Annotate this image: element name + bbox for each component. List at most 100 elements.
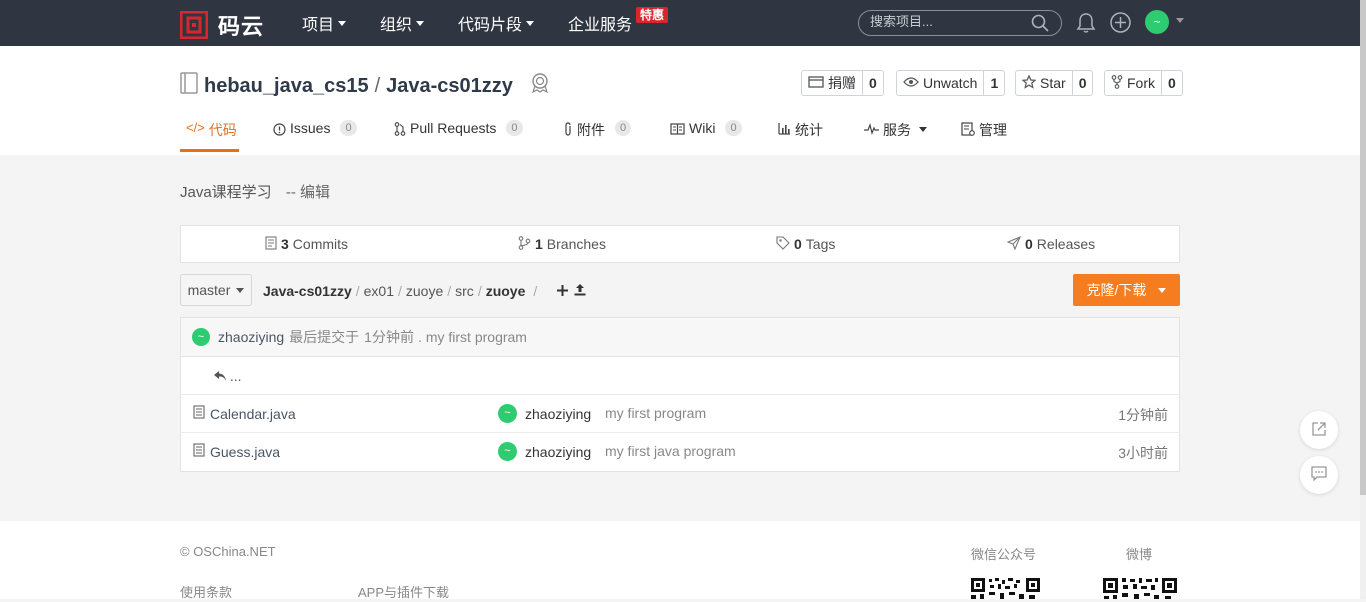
tags-link[interactable]: 0 Tags <box>776 226 835 262</box>
branch-select-label: master <box>187 282 231 298</box>
commits-link[interactable]: 3 Commits <box>265 226 348 262</box>
wechat-qr-code-icon <box>971 578 1041 602</box>
chevron-down-icon[interactable] <box>1176 18 1184 23</box>
avatar[interactable]: ~ <box>498 404 517 423</box>
nav-snippets[interactable]: 代码片段 <box>458 0 535 46</box>
file-name: Calendar.java <box>210 405 296 422</box>
tab-manage[interactable]: 管理 <box>961 120 1007 155</box>
add-file-icon[interactable] <box>557 283 569 299</box>
chevron-down-icon <box>1158 287 1167 293</box>
unwatch-button[interactable]: Unwatch 1 <box>896 70 1006 96</box>
file-commit-user[interactable]: zhaoziying <box>525 406 591 422</box>
repo-description-text: Java课程学习 <box>180 184 272 201</box>
fork-button[interactable]: Fork 0 <box>1104 70 1183 96</box>
share-button[interactable] <box>1300 411 1338 449</box>
breadcrumb-repo[interactable]: Java-cs01zzy <box>263 283 352 299</box>
last-commit-message[interactable]: my first program <box>426 329 527 345</box>
tab-services[interactable]: 服务 <box>864 120 927 155</box>
eye-icon <box>903 75 919 91</box>
file-link[interactable]: Calendar.java <box>193 405 296 422</box>
weibo-qr-code-icon <box>1103 578 1177 602</box>
tab-stats[interactable]: 统计 <box>778 120 823 155</box>
nav-organizations[interactable]: 组织 <box>380 0 425 46</box>
edit-description-link[interactable]: -- 编辑 <box>286 184 330 201</box>
donate-count: 0 <box>862 71 883 95</box>
site-logo[interactable]: 码云 <box>179 9 264 41</box>
chevron-down-icon <box>338 20 347 26</box>
tab-wiki[interactable]: Wiki 0 <box>670 120 742 155</box>
branches-label: Branches <box>546 236 606 252</box>
user-avatar[interactable]: ~ <box>1145 10 1169 34</box>
branch-select[interactable]: master <box>180 274 252 306</box>
file-icon <box>193 405 205 422</box>
breadcrumb-zuoye[interactable]: zuoye <box>406 283 443 299</box>
tab-manage-label: 管理 <box>979 122 1007 138</box>
breadcrumb-current: zuoye <box>485 283 526 299</box>
donate-icon <box>808 75 824 91</box>
nav-organizations-label: 组织 <box>380 17 413 34</box>
donate-button[interactable]: 捐赠 0 <box>801 70 884 96</box>
tab-attachments[interactable]: 附件 0 <box>563 120 632 155</box>
tab-code-label: 代码 <box>208 122 237 138</box>
last-commit-user[interactable]: zhaoziying <box>218 329 284 345</box>
file-commit-message[interactable]: my first java program <box>605 443 736 459</box>
table-row: Calendar.java ~ zhaoziying my first progr… <box>181 395 1179 433</box>
watch-count: 1 <box>983 71 1004 95</box>
feedback-button[interactable] <box>1300 456 1338 494</box>
star-button[interactable]: Star 0 <box>1015 70 1094 96</box>
releases-link[interactable]: 0 Releases <box>1006 226 1095 262</box>
search-input[interactable] <box>870 14 1020 29</box>
fork-label: Fork <box>1127 75 1155 91</box>
tags-count: 0 <box>794 236 802 252</box>
repo-title-separator: / <box>374 74 381 97</box>
tab-issues[interactable]: Issues 0 <box>273 120 357 155</box>
footer-link-terms[interactable]: 使用条款 <box>180 582 232 601</box>
tab-wiki-label: Wiki <box>689 120 716 136</box>
nav-enterprise[interactable]: 企业服务 <box>568 0 632 46</box>
last-commit-bar: ~ zhaoziying 最后提交于 1分钟前 . my first progr… <box>181 318 1179 357</box>
tab-code[interactable]: </> 代码 <box>180 120 239 152</box>
footer-copyright: © OSChina.NET <box>180 544 276 559</box>
avatar[interactable]: ~ <box>498 442 517 461</box>
breadcrumb-src[interactable]: src <box>455 283 474 299</box>
upload-icon[interactable] <box>574 283 586 299</box>
page-scrollbar[interactable] <box>1360 0 1366 599</box>
footer: © OSChina.NET 使用条款 APP与插件下载 微信公众号 微博 <box>0 521 1360 602</box>
search-icon[interactable] <box>1031 14 1049 35</box>
tab-pull-requests[interactable]: Pull Requests 0 <box>394 120 523 155</box>
file-commit-message[interactable]: my first program <box>605 405 706 421</box>
parent-dir-label: ... <box>229 368 242 384</box>
pull-request-icon <box>394 120 406 139</box>
top-navbar: 码云 项目 组织 代码片段 企业服务 特惠 ~ <box>0 0 1360 46</box>
commit-doc-icon <box>265 235 277 253</box>
parent-dir-row[interactable]: ... <box>181 357 1179 395</box>
repo-owner-link[interactable]: hebau_java_cs15 <box>204 75 369 98</box>
scrollbar-thumb[interactable] <box>1360 0 1366 495</box>
branches-link[interactable]: 1 Branches <box>518 226 606 262</box>
tag-icon <box>776 235 790 253</box>
weibo-label: 微博 <box>1126 547 1153 562</box>
bell-icon[interactable] <box>1076 12 1096 37</box>
last-commit-time: 1分钟前 <box>364 329 414 345</box>
tags-label: Tags <box>805 236 836 252</box>
file-link[interactable]: Guess.java <box>193 443 280 460</box>
parent-dir-link[interactable]: ... <box>214 368 242 384</box>
wechat-label: 微信公众号 <box>971 547 1037 562</box>
add-icon[interactable] <box>1110 12 1131 36</box>
nav-projects[interactable]: 项目 <box>302 0 347 46</box>
breadcrumb-ex01[interactable]: ex01 <box>364 283 394 299</box>
footer-link-app-download[interactable]: APP与插件下载 <box>358 582 449 601</box>
logo-icon <box>179 10 209 40</box>
special-offer-badge: 特惠 <box>636 7 669 23</box>
avatar[interactable]: ~ <box>192 328 210 346</box>
branch-icon <box>518 235 531 253</box>
clone-download-button[interactable]: 克隆/下载 <box>1073 274 1180 306</box>
file-commit-user[interactable]: zhaoziying <box>525 444 591 460</box>
chat-icon <box>1311 466 1327 484</box>
repo-name-link[interactable]: Java-cs01zzy <box>386 75 513 98</box>
chevron-down-icon <box>236 287 245 293</box>
repo-stats-bar: 3 Commits 1 Branches 0 Tags 0 Releases <box>180 225 1180 263</box>
star-count: 0 <box>1071 71 1093 95</box>
send-icon <box>1006 235 1022 253</box>
file-name: Guess.java <box>210 443 281 460</box>
